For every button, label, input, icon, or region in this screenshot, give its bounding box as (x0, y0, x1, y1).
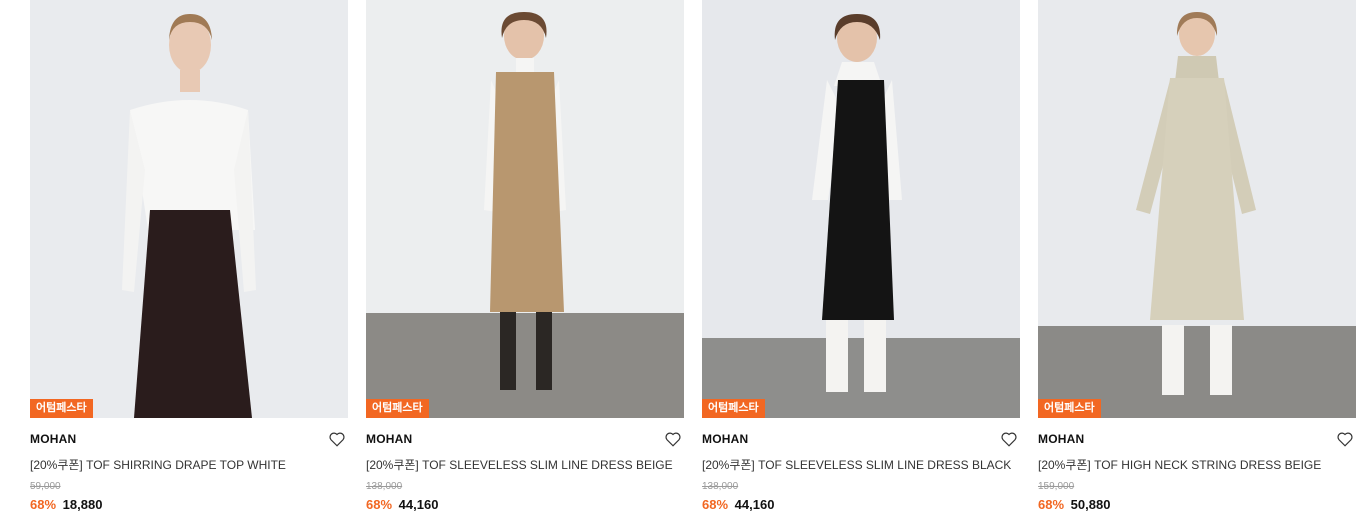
brand-name[interactable]: MOHAN (30, 432, 76, 446)
original-price: 59,000 (30, 481, 61, 492)
price-row: 68% 44,160 (702, 497, 774, 512)
product-name[interactable]: [20%쿠폰] TOF SLEEVELESS SLIM LINE DRESS B… (702, 456, 1011, 473)
discount-rate: 68% (366, 497, 393, 512)
discount-rate: 68% (1038, 497, 1065, 512)
product-grid: 어텀페스타 MOHAN [20%쿠폰] TOF SHIRRING DRAPE T… (0, 0, 1361, 527)
product-card[interactable]: 어텀페스타 MOHAN [20%쿠폰] TOF HIGH NECK STRING… (1038, 0, 1356, 527)
promo-badge: 어텀페스타 (366, 399, 429, 418)
promo-badge: 어텀페스타 (30, 399, 93, 418)
price-row: 68% 50,880 (1038, 497, 1110, 512)
product-image[interactable]: 어텀페스타 (366, 0, 684, 418)
product-card[interactable]: 어텀페스타 MOHAN [20%쿠폰] TOF SLEEVELESS SLIM … (702, 0, 1020, 527)
model-figure (1136, 12, 1256, 395)
product-name[interactable]: [20%쿠폰] TOF SLEEVELESS SLIM LINE DRESS B… (366, 456, 673, 473)
product-image[interactable]: 어텀페스타 (1038, 0, 1356, 418)
product-image[interactable]: 어텀페스타 (702, 0, 1020, 418)
original-price: 138,000 (366, 481, 403, 492)
price-row: 68% 44,160 (366, 497, 438, 512)
sale-price: 50,880 (1070, 497, 1111, 512)
original-price: 138,000 (702, 481, 739, 492)
original-price: 159,000 (1038, 481, 1075, 492)
heart-outline-icon[interactable] (664, 430, 682, 448)
model-figure (484, 12, 566, 390)
promo-badge: 어텀페스타 (1038, 399, 1101, 418)
heart-outline-icon[interactable] (328, 430, 346, 448)
product-image[interactable]: 어텀페스타 (30, 0, 348, 418)
discount-rate: 68% (702, 497, 729, 512)
sale-price: 18,880 (62, 497, 103, 512)
brand-name[interactable]: MOHAN (366, 432, 412, 446)
product-name[interactable]: [20%쿠폰] TOF HIGH NECK STRING DRESS BEIGE (1038, 456, 1321, 473)
model-figure (122, 14, 256, 418)
promo-badge: 어텀페스타 (702, 399, 765, 418)
brand-name[interactable]: MOHAN (702, 432, 748, 446)
product-card[interactable]: 어텀페스타 MOHAN [20%쿠폰] TOF SHIRRING DRAPE T… (30, 0, 348, 527)
product-name[interactable]: [20%쿠폰] TOF SHIRRING DRAPE TOP WHITE (30, 456, 286, 473)
sale-price: 44,160 (398, 497, 439, 512)
discount-rate: 68% (30, 497, 57, 512)
heart-outline-icon[interactable] (1000, 430, 1018, 448)
product-card[interactable]: 어텀페스타 MOHAN [20%쿠폰] TOF SLEEVELESS SLIM … (366, 0, 684, 527)
brand-name[interactable]: MOHAN (1038, 432, 1084, 446)
sale-price: 44,160 (734, 497, 775, 512)
model-figure (812, 14, 902, 392)
price-row: 68% 18,880 (30, 497, 102, 512)
heart-outline-icon[interactable] (1336, 430, 1354, 448)
